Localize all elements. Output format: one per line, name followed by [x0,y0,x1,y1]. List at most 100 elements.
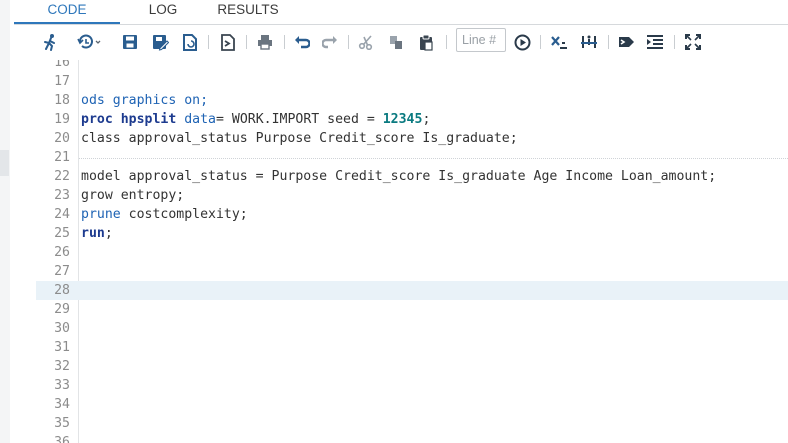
snippet-icon [619,37,634,47]
code-line[interactable]: 33 [36,376,788,395]
line-number: 25 [54,226,70,241]
code-line-current[interactable]: 28 [36,281,788,300]
line-number: 31 [54,340,70,355]
paste-icon [420,34,433,51]
tab-results[interactable]: RESULTS [210,0,286,24]
code-text: grow entropy; [81,186,184,205]
line-number: 29 [54,302,70,317]
line-number: 32 [54,359,70,374]
redo-icon [322,36,337,49]
copy-button[interactable] [386,26,406,58]
clear-icon [551,36,567,49]
code-line[interactable]: 26 [36,243,788,262]
cut-icon [358,35,373,50]
save-as-icon [152,34,169,51]
line-number-input[interactable] [456,28,506,52]
line-number: 27 [54,264,70,279]
tab-log[interactable]: LOG [130,0,196,24]
line-number: 28 [54,283,70,298]
line-number: 35 [54,416,70,431]
toggle-list-icon [647,35,663,49]
code-text: prune costcomplexity; [81,205,248,224]
code-line[interactable]: 17 [36,72,788,91]
panel-splitter-handle[interactable] [0,150,9,176]
toolbar-separator [284,35,285,49]
go-to-line-button[interactable] [512,26,532,58]
line-number: 24 [54,207,70,222]
code-text: class approval_status Purpose Credit_sco… [81,129,518,148]
save-button[interactable] [120,26,140,58]
code-line[interactable]: 32 [36,357,788,376]
code-line[interactable]: 29 [36,300,788,319]
undo-button[interactable] [292,26,312,58]
code-line[interactable]: 19 proc hpsplit data= WORK.IMPORT seed = … [36,110,788,129]
code-token: costcomplexity; [120,207,248,222]
clear-code-button[interactable] [548,26,570,58]
code-token: class approval_status Purpose Credit_sco… [81,131,518,146]
code-line[interactable]: 23 grow entropy; [36,186,788,205]
tab-bar-divider [14,24,788,25]
toolbar-separator [446,35,447,49]
code-line[interactable]: 27 [36,262,788,281]
code-line[interactable]: 18 ods graphics on; [36,91,788,110]
line-number: 22 [54,169,70,184]
code-token: grow entropy; [81,188,185,203]
tab-bar: CODE LOG RESULTS [14,0,788,24]
maximize-icon [685,34,701,50]
paste-button[interactable] [416,26,436,58]
format-code-button[interactable] [578,26,600,58]
line-number: 26 [54,245,70,260]
line-number: 16 [54,60,70,70]
history-icon [77,34,101,49]
code-keyword: proc hpsplit [81,112,177,127]
code-line[interactable]: 16 [36,60,788,72]
cut-button[interactable] [356,26,376,58]
code-text: model approval_status = Purpose Credit_s… [81,167,716,186]
print-icon [258,35,272,50]
code-line[interactable]: 34 [36,395,788,414]
editor-toolbar [14,26,788,58]
code-number: 12345 [382,112,423,127]
new-program-button[interactable] [180,26,200,58]
export-button[interactable] [218,26,238,58]
code-line[interactable]: 35 [36,414,788,433]
line-number: 18 [54,93,70,108]
line-number: 17 [54,74,70,89]
print-button[interactable] [254,26,276,58]
line-number: 20 [54,131,70,146]
code-line[interactable]: 21 [36,148,788,167]
toolbar-separator [540,35,541,49]
code-token: ; [104,226,113,241]
tab-code[interactable]: CODE [14,0,120,24]
code-token: = WORK.IMPORT seed = [216,112,383,127]
toolbar-separator [208,35,209,49]
code-line[interactable]: 22 model approval_status = Purpose Credit… [36,167,788,186]
code-keyword: run [81,226,105,241]
code-editor[interactable]: 16 17 18 ods graphics on; 19 proc hpsplit dat… [36,60,788,443]
save-as-button[interactable] [150,26,170,58]
code-line[interactable]: 36 [36,433,788,443]
line-number: 19 [54,112,70,127]
save-icon [123,35,137,49]
code-text: run; [81,224,113,243]
code-line[interactable]: 31 [36,338,788,357]
snippets-button[interactable] [616,26,638,58]
code-line[interactable]: 20 class approval_status Purpose Credit_s… [36,129,788,148]
line-number: 21 [54,150,70,165]
code-line[interactable]: 25 run; [36,224,788,243]
toolbar-separator [246,35,247,49]
left-panel-edge [0,0,10,443]
code-statement: prune [81,207,121,222]
code-statement: ods graphics on; [81,93,209,108]
code-line[interactable]: 24 prune costcomplexity; [36,205,788,224]
history-button[interactable] [76,26,104,58]
line-number: 36 [54,435,70,443]
maximize-button[interactable] [682,26,704,58]
line-number: 33 [54,378,70,393]
submit-line-icon [514,34,530,50]
format-code-icon [581,35,597,48]
code-line[interactable]: 30 [36,319,788,338]
toggle-list-button[interactable] [644,26,666,58]
run-button[interactable] [40,26,62,58]
redo-button[interactable] [320,26,340,58]
